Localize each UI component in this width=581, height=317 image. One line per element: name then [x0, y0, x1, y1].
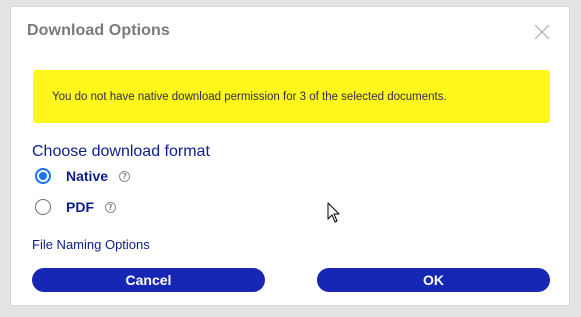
- close-icon[interactable]: [533, 23, 551, 41]
- download-format-heading: Choose download format: [32, 143, 210, 160]
- native-help-icon[interactable]: ?: [119, 170, 131, 182]
- dialog-header: Download Options: [11, 7, 569, 55]
- native-option-label[interactable]: Native: [66, 168, 108, 184]
- permission-warning-banner: You do not have native download permissi…: [33, 70, 550, 123]
- file-naming-options-link[interactable]: File Naming Options: [32, 237, 150, 252]
- native-radio-button[interactable]: [35, 168, 51, 184]
- pdf-help-icon[interactable]: ?: [105, 201, 116, 213]
- format-option-pdf[interactable]: PDF ?: [35, 197, 116, 217]
- pdf-radio-button[interactable]: [35, 199, 51, 215]
- cancel-button[interactable]: Cancel: [32, 268, 265, 292]
- ok-button[interactable]: OK: [317, 268, 550, 292]
- format-option-native[interactable]: Native ?: [35, 166, 131, 186]
- download-options-dialog: Download Options You do not have native …: [10, 6, 570, 306]
- dialog-title: Download Options: [27, 22, 170, 39]
- permission-warning-text: You do not have native download permissi…: [52, 91, 447, 103]
- pdf-option-label[interactable]: PDF: [66, 199, 94, 215]
